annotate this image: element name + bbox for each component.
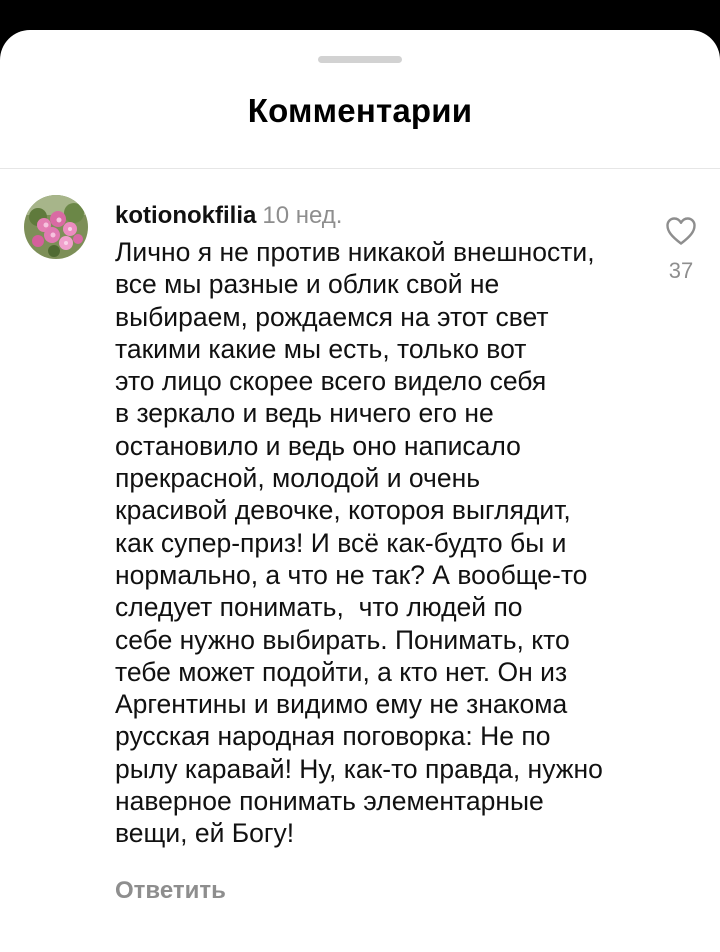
sheet-title: Комментарии: [247, 92, 473, 129]
comment-text-line: как супер-приз! И всё как-будто бы и: [115, 527, 567, 558]
drag-handle[interactable]: [318, 56, 402, 63]
comment-text-line: рылу каравай! Ну, как-то правда, нужно: [115, 753, 603, 784]
comment-text-line: нормально, а что не так? А вообще-то: [115, 559, 588, 590]
comment-text-line: Аргентины и видимо ему не знакома: [115, 689, 568, 720]
comment-text-line: выбираем, рождаемся на этот свет: [115, 301, 549, 332]
comment-text-line: такими какие мы есть, только вот: [115, 333, 527, 364]
comment-text-line: русская народная поговорка: Не по: [115, 721, 551, 752]
comment-text-line: следует понимать, что людей по: [115, 592, 523, 623]
comment-text-line: себе нужно выбирать. Понимать, кто: [115, 624, 570, 655]
heart-outline-icon[interactable]: [665, 216, 697, 246]
comment-timestamp: 10 нед.: [262, 202, 343, 229]
comment-text-line: красивой девочке, котороя выглядит,: [115, 495, 571, 526]
comment-text-line: вещи, ей Богу!: [115, 818, 295, 849]
avatar[interactable]: [24, 195, 88, 259]
comment-text: Лично я не против никакой внешности, все …: [115, 236, 645, 850]
reply-button[interactable]: Ответить: [115, 877, 226, 905]
comment-text-line: Лично я не против никакой внешности,: [115, 237, 595, 267]
comment-header: kotionokfilia 10 нед.: [115, 200, 342, 235]
avatar-flower-image: [24, 195, 88, 259]
comment-text-line: прекрасной, молодой и очень: [115, 463, 481, 494]
comment-text-line: это лицо скорее всего видело себя: [115, 366, 547, 397]
comment-text-line: наверное понимать элементарные: [115, 786, 544, 817]
comment-text-line: остановило и ведь оно написало: [115, 430, 521, 461]
comment-text-line: тебе может подойти, а кто нет. Он из: [115, 656, 568, 687]
comment-text-line: в зеркало и ведь ничего его не: [115, 398, 494, 429]
like-count: 37: [668, 258, 694, 283]
comment-username[interactable]: kotionokfilia: [115, 202, 256, 229]
header-divider: [0, 168, 720, 169]
comment-text-line: все мы разные и облик свой не: [115, 269, 500, 300]
